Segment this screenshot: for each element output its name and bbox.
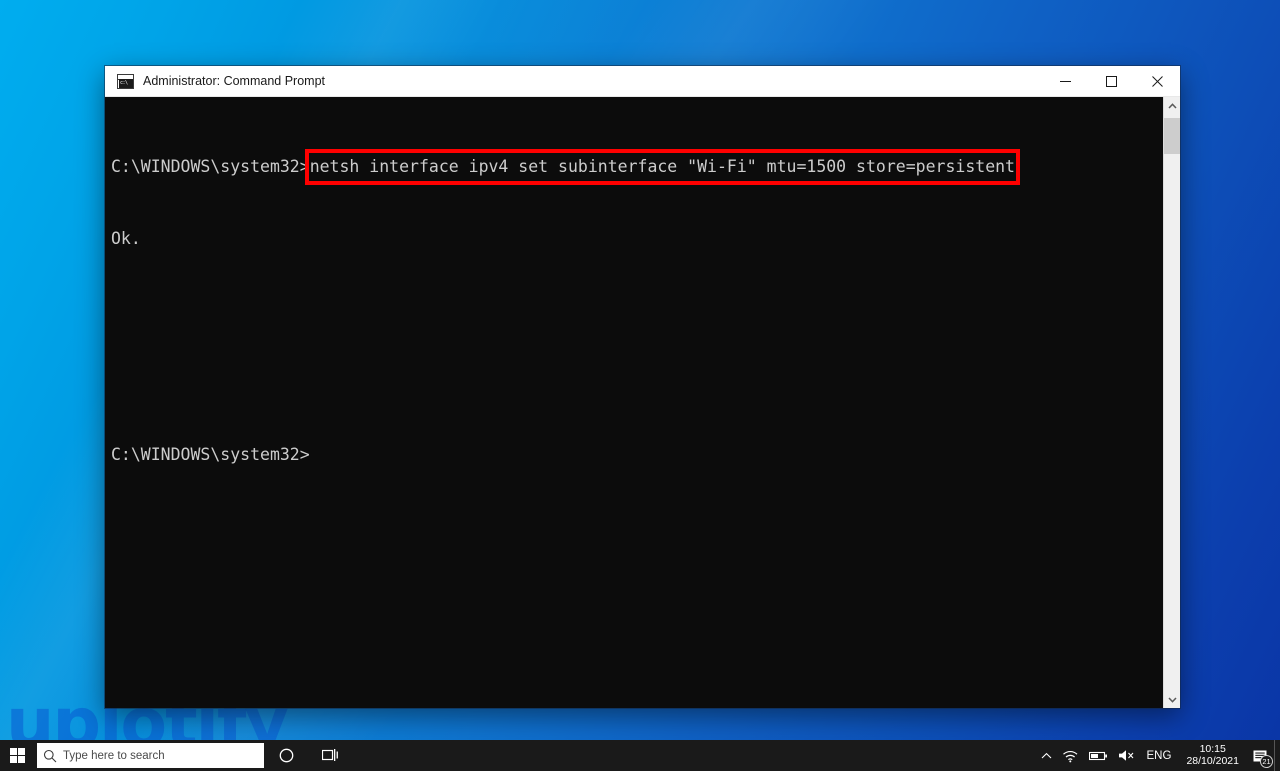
- titlebar-left-group: Administrator: Command Prompt: [105, 73, 1042, 89]
- tray-language-indicator[interactable]: ENG: [1140, 750, 1179, 762]
- minimize-icon: [1059, 80, 1071, 82]
- maximize-icon: [1105, 75, 1117, 87]
- tray-battery-button[interactable]: [1084, 740, 1113, 771]
- console-line-prompt-idle: C:\WINDOWS\system32>: [111, 445, 310, 464]
- search-input[interactable]: Type here to search: [37, 743, 264, 768]
- console-line-output: Ok.: [111, 229, 141, 248]
- system-tray[interactable]: ENG 10:15 28/10/2021 21: [1036, 740, 1280, 771]
- scrollbar-thumb[interactable]: [1164, 118, 1180, 154]
- notification-center-button[interactable]: 21: [1247, 740, 1274, 771]
- window-title: Administrator: Command Prompt: [143, 74, 326, 88]
- tray-overflow-button[interactable]: [1036, 740, 1057, 771]
- tray-volume-button[interactable]: [1113, 740, 1140, 771]
- notification-count-badge: 21: [1260, 755, 1273, 768]
- maximize-button[interactable]: [1088, 66, 1134, 97]
- console-line-blank-2: [111, 371, 1163, 395]
- console-scrollbar[interactable]: [1163, 97, 1180, 708]
- speaker-muted-icon: [1118, 750, 1133, 761]
- scroll-down-arrow[interactable]: [1164, 691, 1180, 708]
- search-placeholder-text: Type here to search: [63, 749, 165, 762]
- console-line-prompt-command: C:\WINDOWS\system32>netsh interface ipv4…: [111, 155, 1163, 179]
- close-button[interactable]: [1134, 66, 1180, 97]
- task-view-icon: [321, 749, 338, 761]
- scrollbar-track[interactable]: [1164, 114, 1180, 691]
- chevron-up-icon: [1041, 752, 1051, 758]
- wifi-icon: [1062, 750, 1077, 762]
- taskbar[interactable]: Type here to search ENG 10:15 28/10/2021…: [0, 740, 1280, 771]
- start-button[interactable]: [0, 740, 35, 771]
- tray-date: 28/10/2021: [1186, 754, 1239, 767]
- command-prompt-window[interactable]: Administrator: Command Prompt C:\WINDO: [105, 66, 1180, 708]
- window-titlebar[interactable]: Administrator: Command Prompt: [105, 66, 1180, 97]
- battery-icon: [1088, 751, 1107, 760]
- cortana-button[interactable]: [264, 740, 308, 771]
- window-control-buttons[interactable]: [1042, 66, 1180, 97]
- tray-time: 10:15: [1199, 743, 1226, 755]
- console-command-text: netsh interface ipv4 set subinterface "W…: [309, 157, 1015, 176]
- cortana-circle-icon: [279, 748, 293, 763]
- minimize-button[interactable]: [1042, 66, 1088, 97]
- console-output-area[interactable]: C:\WINDOWS\system32>netsh interface ipv4…: [105, 97, 1163, 708]
- search-icon: [37, 749, 63, 763]
- command-prompt-icon: [117, 73, 134, 89]
- console-line-blank-1: [111, 299, 1163, 323]
- chevron-down-icon: [1167, 696, 1177, 703]
- task-view-button[interactable]: [308, 740, 352, 771]
- chevron-up-icon: [1167, 102, 1177, 109]
- close-icon: [1151, 75, 1163, 87]
- windows-logo-icon: [10, 748, 25, 763]
- tray-clock[interactable]: 10:15 28/10/2021: [1178, 740, 1247, 771]
- console-body[interactable]: C:\WINDOWS\system32>netsh interface ipv4…: [105, 97, 1180, 708]
- show-desktop-button[interactable]: [1274, 740, 1280, 771]
- tray-network-button[interactable]: [1057, 740, 1084, 771]
- scroll-up-arrow[interactable]: [1164, 97, 1180, 114]
- console-prompt: C:\WINDOWS\system32>: [111, 157, 310, 176]
